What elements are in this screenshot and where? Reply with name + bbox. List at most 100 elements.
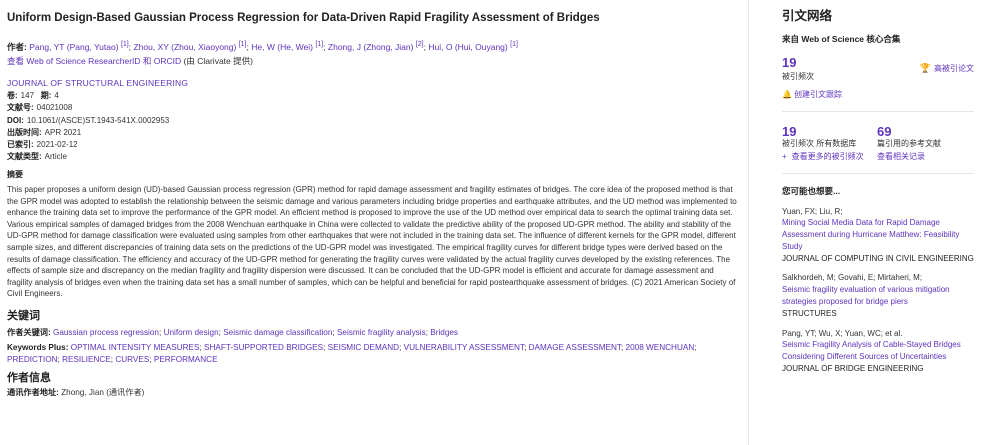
keywords-plus-label: Keywords Plus: — [7, 342, 69, 352]
doc-type-label: 文献类型: — [7, 152, 42, 162]
see-related-link[interactable]: 查看相关记录 — [877, 152, 972, 163]
abstract-label: 摘要 — [7, 170, 23, 180]
keyword-link[interactable]: Seismic fragility analysis — [337, 328, 426, 337]
rec-authors: Salkhordeh, M; Govahi, E; Mirtaheri, M; — [782, 273, 923, 283]
all-db-count[interactable]: 19 — [782, 124, 877, 139]
keywords-heading: 关键词 — [7, 310, 40, 323]
keyword-plus-link[interactable]: RESILIENCE — [62, 355, 111, 364]
keyword-link[interactable]: Uniform design — [164, 328, 219, 337]
author-entry: Pang, YT (Pang, Yutao) [1] — [29, 41, 129, 52]
article-number-row: 文献号: 04021008 — [7, 103, 742, 115]
author-entry: Hui, O (Hui, Ouyang) [1] — [428, 41, 518, 52]
refs-label: 篇引用的参考文献 — [877, 139, 941, 149]
author-link[interactable]: Zhong, J — [328, 42, 361, 52]
keyword-plus-link[interactable]: OPTIMAL INTENSITY MEASURES — [71, 343, 200, 352]
keyword-link[interactable]: Bridges — [430, 328, 458, 337]
refs-stat: 69 篇引用的参考文献 查看相关记录 — [877, 124, 972, 163]
highly-cited-link[interactable]: 🏆 高被引论文 — [920, 62, 974, 75]
may-like-heading: 您可能也想要... — [782, 186, 841, 197]
author-entry: He, W (He, Wei) [1] — [251, 41, 323, 52]
author-affil-ref[interactable]: [2] — [416, 41, 424, 48]
times-cited-block: 19 被引频次 🏆 高被引论文 — [782, 54, 974, 84]
citation-source: 来自 Web of Science 核心合集 — [782, 33, 901, 44]
bell-icon: 🔔 — [782, 90, 792, 100]
keyword-plus-link[interactable]: SHAFT-SUPPORTED BRIDGES — [204, 343, 323, 352]
all-db-stat: 19 被引频次 所有数据库 + 查看更多的被引频次 — [782, 124, 877, 163]
volume-issue-row: 卷: 147 期: 4 — [7, 91, 742, 103]
see-more-label: 查看更多的被引频次 — [791, 152, 864, 162]
pub-date-row: 出版时间: APR 2021 — [7, 128, 742, 140]
refs-count[interactable]: 69 — [877, 124, 972, 139]
author-entry: Zhou, XY (Zhou, Xiaoyong) [1] — [133, 41, 247, 52]
corresponding-author-line: 通讯作者地址: Zhong, Jian (通讯作者) — [7, 387, 742, 399]
recommendation-item: Yuan, FX; Liu, R; Mining Social Media Da… — [782, 206, 974, 265]
doi-label: DOI: — [7, 115, 24, 125]
doc-type-row: 文献类型: Article — [7, 152, 742, 164]
pub-date-label: 出版时间: — [7, 127, 42, 137]
see-more-times-cited-link[interactable]: + 查看更多的被引频次 — [782, 152, 877, 163]
article-number-value: 04021008 — [36, 103, 73, 113]
authors-label: 作者: — [7, 41, 27, 52]
record-main: Uniform Design-Based Gaussian Process Re… — [7, 8, 742, 399]
indexed-row: 已索引: 2021-02-12 — [7, 140, 742, 152]
author-affil-ref[interactable]: [1] — [510, 41, 518, 48]
panel-divider — [748, 0, 749, 445]
indexed-value: 2021-02-12 — [36, 139, 78, 149]
researcher-id-link[interactable]: 查看 Web of Science ResearcherID 和 ORCID — [7, 56, 181, 66]
doc-type-value: Article — [44, 152, 67, 162]
pub-date-value: APR 2021 — [44, 127, 82, 137]
keyword-plus-link[interactable]: DAMAGE ASSESSMENT — [529, 343, 621, 352]
rec-authors: Yuan, FX; Liu, R; — [782, 206, 843, 216]
authors-line: 作者: Pang, YT (Pang, Yutao) [1]; Zhou, XY… — [7, 40, 518, 52]
keyword-plus-link[interactable]: PERFORMANCE — [154, 355, 218, 364]
author-link[interactable]: Pang, YT — [29, 42, 64, 52]
author-affil-ref[interactable]: [1] — [121, 41, 129, 48]
keyword-plus-link[interactable]: SEISMIC DEMAND — [328, 343, 399, 352]
divider — [782, 111, 974, 113]
citation-network-title: 引文网络 — [782, 9, 833, 23]
keyword-plus-link[interactable]: CURVES — [115, 355, 149, 364]
keyword-plus-link[interactable]: PREDICTION — [7, 355, 58, 364]
author-fullname[interactable]: (Pang, Yutao) — [67, 42, 119, 52]
author-affil-ref[interactable]: [1] — [315, 41, 323, 48]
record-title: Uniform Design-Based Gaussian Process Re… — [7, 12, 600, 24]
trophy-icon: 🏆 — [919, 63, 931, 74]
highly-cited-label: 高被引论文 — [934, 64, 974, 74]
keyword-plus-link[interactable]: VULNERABILITY ASSESSMENT — [404, 343, 524, 352]
corresponding-author-value: Zhong, Jian (通讯作者) — [61, 387, 145, 397]
volume-label: 卷: — [7, 91, 18, 101]
researcher-id-line: 查看 Web of Science ResearcherID 和 ORCID (… — [7, 56, 742, 67]
author-affil-ref[interactable]: [1] — [239, 41, 247, 48]
rec-journal: JOURNAL OF BRIDGE ENGINEERING — [782, 364, 924, 374]
author-link[interactable]: He, W — [251, 42, 275, 52]
record-metadata: 卷: 147 期: 4 文献号: 04021008 DOI: 10.1061/(ASCE… — [7, 91, 742, 164]
rec-journal: STRUCTURES — [782, 308, 837, 318]
rec-title-link[interactable]: Mining Social Media Data for Rapid Damag… — [782, 217, 974, 252]
divider — [782, 173, 974, 175]
keyword-link[interactable]: Gaussian process regression — [53, 328, 159, 337]
rec-title-link[interactable]: Seismic Fragility Analysis of Cable-Stay… — [782, 339, 974, 363]
author-fullname[interactable]: (He, Wei) — [277, 42, 313, 52]
keyword-link[interactable]: Seismic damage classification — [223, 328, 332, 337]
citation-network-panel: 引文网络 来自 Web of Science 核心合集 19 被引频次 🏆 高被引… — [782, 8, 974, 375]
author-fullname[interactable]: (Zhou, Xiaoyong) — [171, 42, 236, 52]
all-db-label: 被引频次 所有数据库 — [782, 139, 857, 149]
author-fullname[interactable]: (Zhong, Jian) — [363, 42, 413, 52]
author-entry: Zhong, J (Zhong, Jian) [2] — [328, 41, 424, 52]
journal-link[interactable]: JOURNAL OF STRUCTURAL ENGINEERING — [7, 78, 742, 89]
author-link[interactable]: Hui, O — [428, 42, 452, 52]
author-keywords-label: 作者关键词: — [7, 327, 51, 337]
author-fullname[interactable]: (Hui, Ouyang) — [455, 42, 508, 52]
plus-icon: + — [782, 152, 787, 162]
rec-title-link[interactable]: Seismic fragility evaluation of various … — [782, 284, 974, 308]
author-link[interactable]: Zhou, XY — [133, 42, 168, 52]
create-citation-alert[interactable]: 🔔 创建引文跟踪 — [782, 90, 974, 101]
indexed-label: 已索引: — [7, 139, 34, 149]
keyword-plus-link[interactable]: 2008 WENCHUAN — [626, 343, 695, 352]
create-alert-label: 创建引文跟踪 — [793, 90, 842, 100]
rec-authors: Pang, YT; Wu, X; Yuan, WC; et al. — [782, 328, 903, 338]
volume-value: 147 — [20, 91, 35, 101]
issue-value: 4 — [54, 91, 59, 101]
recommendation-item: Salkhordeh, M; Govahi, E; Mirtaheri, M; … — [782, 272, 974, 319]
rec-journal: JOURNAL OF COMPUTING IN CIVIL ENGINEERIN… — [782, 253, 974, 263]
